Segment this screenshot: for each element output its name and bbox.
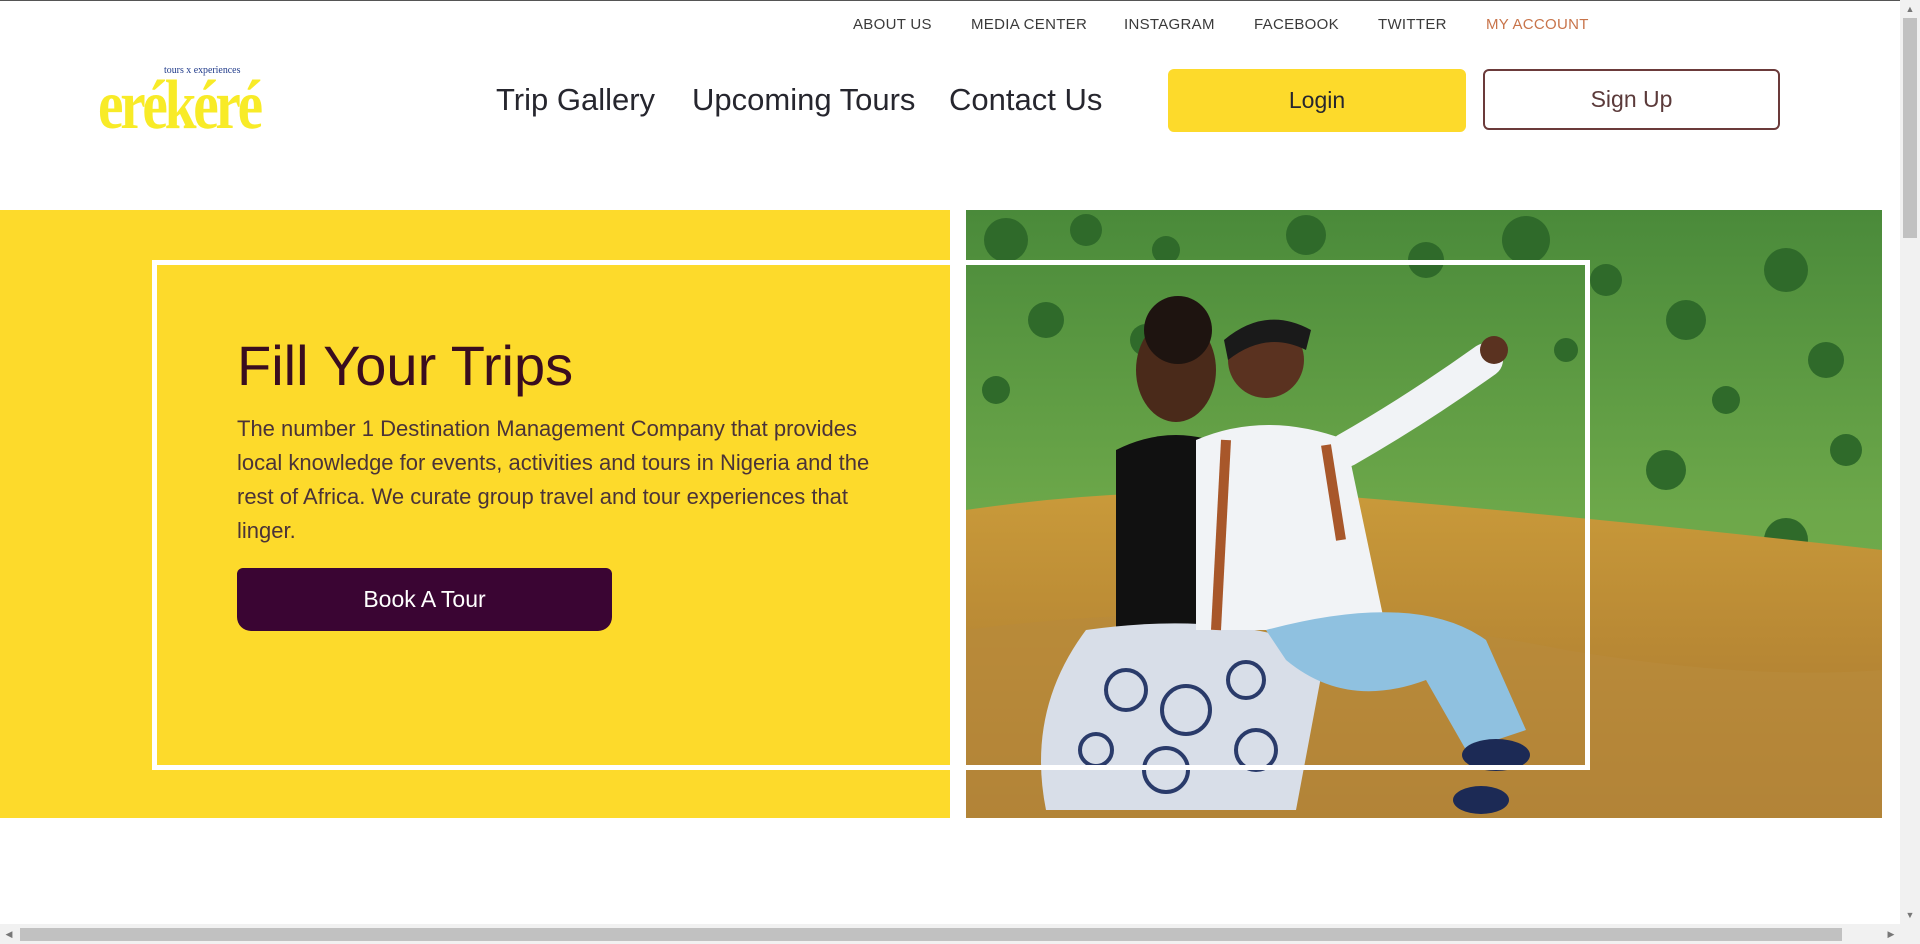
brand-logo[interactable]: tours x experiences erékéré [98, 62, 263, 148]
util-link-my-account[interactable]: MY ACCOUNT [1486, 16, 1589, 33]
util-link-about-us[interactable]: ABOUT US [853, 16, 932, 33]
hero-title: Fill Your Trips [237, 334, 574, 397]
util-link-facebook[interactable]: FACEBOOK [1254, 16, 1339, 33]
signup-button[interactable]: Sign Up [1483, 69, 1780, 130]
nav-link-contact-us[interactable]: Contact Us [949, 82, 1102, 118]
logo-wordmark: erékéré [98, 67, 263, 144]
window-top-border [0, 0, 1920, 1]
scroll-up-arrow-icon[interactable]: ▲ [1900, 0, 1920, 18]
utility-nav: ABOUT US MEDIA CENTER INSTAGRAM FACEBOOK… [0, 16, 1900, 38]
nav-link-upcoming-tours[interactable]: Upcoming Tours [692, 82, 915, 118]
horizontal-scroll-thumb[interactable] [20, 928, 1842, 941]
scroll-down-arrow-icon[interactable]: ▼ [1900, 906, 1920, 924]
util-link-twitter[interactable]: TWITTER [1378, 16, 1447, 33]
vertical-scrollbar[interactable]: ▲ ▼ [1900, 0, 1920, 944]
scroll-left-arrow-icon[interactable]: ◀ [0, 924, 18, 944]
util-link-media-center[interactable]: MEDIA CENTER [971, 16, 1087, 33]
login-button[interactable]: Login [1168, 69, 1466, 132]
horizontal-scrollbar[interactable]: ◀ ▶ [0, 924, 1900, 944]
nav-link-trip-gallery[interactable]: Trip Gallery [496, 82, 655, 118]
hero-photo [966, 210, 1882, 818]
vertical-scroll-thumb[interactable] [1903, 18, 1917, 238]
hero-description: The number 1 Destination Management Comp… [237, 416, 870, 543]
scroll-right-arrow-icon[interactable]: ▶ [1882, 924, 1900, 944]
book-a-tour-button[interactable]: Book A Tour [237, 568, 612, 631]
util-link-instagram[interactable]: INSTAGRAM [1124, 16, 1215, 33]
